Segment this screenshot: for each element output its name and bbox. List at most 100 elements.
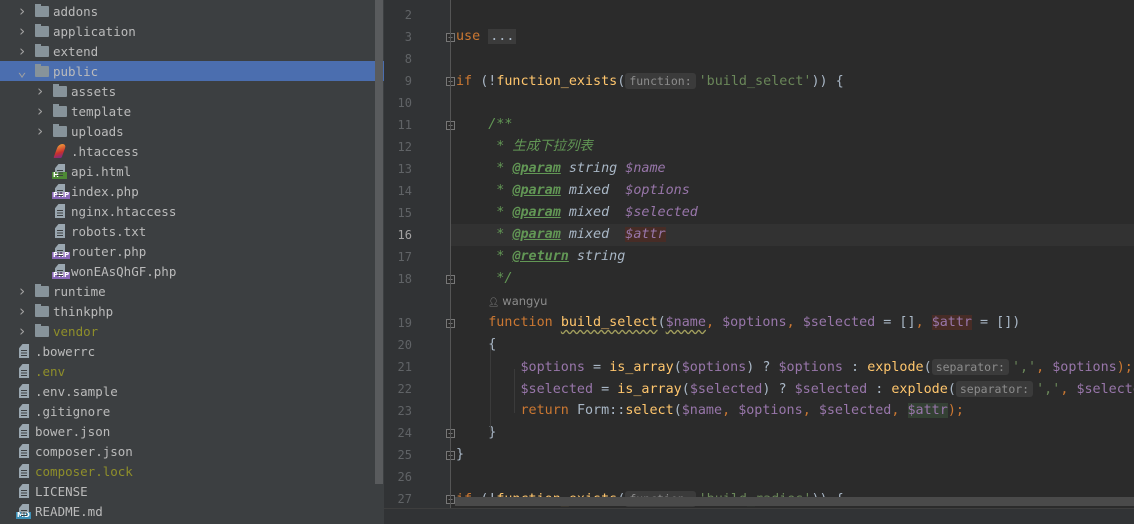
code-token: , xyxy=(786,315,803,330)
tree-item[interactable]: › addons xyxy=(0,1,384,21)
tree-item[interactable]: .bowerrc xyxy=(0,341,384,361)
tree-item[interactable]: composer.json xyxy=(0,441,384,461)
tree-item[interactable]: ⌄ public xyxy=(0,61,384,81)
code-token: is_array xyxy=(617,382,682,397)
code-line[interactable]: * @param string $name xyxy=(456,158,666,180)
code-token: * xyxy=(456,183,513,198)
chevron-down-icon[interactable]: ⌄ xyxy=(16,62,28,80)
tree-item[interactable]: PHP router.php xyxy=(0,241,384,261)
code-line[interactable]: return Form::select($name, $options, $se… xyxy=(456,400,964,422)
tree-item[interactable]: robots.txt xyxy=(0,221,384,241)
code-line[interactable]: if (!function_exists(function:'build_sel… xyxy=(456,70,844,92)
folder-icon xyxy=(52,84,68,98)
code-token: ( xyxy=(673,360,682,375)
author-inlay-hint[interactable]: 👤︎ wangyu xyxy=(488,290,547,312)
tree-item[interactable]: .gitignore xyxy=(0,401,384,421)
text-file-icon xyxy=(16,384,32,398)
chevron-right-icon[interactable]: › xyxy=(16,22,28,40)
line-number: 13 xyxy=(397,162,412,176)
tree-item[interactable]: Hapi.html xyxy=(0,161,384,181)
code-token: ( xyxy=(947,382,956,397)
code-token: @param xyxy=(512,205,561,220)
chevron-right-icon[interactable]: › xyxy=(34,122,46,140)
code-token: $options xyxy=(722,315,787,330)
code-token: 'build_select' xyxy=(698,74,812,89)
code-line[interactable]: use ... xyxy=(456,26,517,48)
code-token: select xyxy=(625,403,674,418)
code-token: , xyxy=(1036,360,1053,375)
code-line[interactable]: * 生成下拉列表 xyxy=(456,136,593,158)
tree-item-label: bower.json xyxy=(35,423,111,439)
code-line[interactable]: * @param mixed $options xyxy=(456,180,690,202)
code-line[interactable]: $selected = is_array($selected) ? $selec… xyxy=(456,378,1134,400)
code-token: , xyxy=(705,315,723,330)
code-token: $selected xyxy=(794,382,868,397)
tree-item[interactable]: bower.json xyxy=(0,421,384,441)
code-token: explode xyxy=(867,360,924,375)
code-token: = [] xyxy=(875,315,916,330)
code-line[interactable]: } xyxy=(456,444,464,466)
tree-item[interactable]: › thinkphp xyxy=(0,301,384,321)
tree-item-label: api.html xyxy=(71,163,132,179)
tree-item[interactable]: .env xyxy=(0,361,384,381)
code-line[interactable]: * @param mixed $attr xyxy=(456,224,666,246)
code-token: = xyxy=(585,360,610,375)
line-number: 3 xyxy=(404,30,412,44)
code-token: $name xyxy=(665,315,706,330)
code-token: $options xyxy=(520,360,586,375)
code-line[interactable]: $options = is_array($options) ? $options… xyxy=(456,356,1133,378)
chevron-right-icon[interactable]: › xyxy=(16,302,28,320)
code-token: string xyxy=(568,249,626,264)
tree-item[interactable]: PHP index.php xyxy=(0,181,384,201)
tree-item[interactable]: .env.sample xyxy=(0,381,384,401)
tree-item[interactable]: LICENSE xyxy=(0,481,384,501)
code-token: ); xyxy=(947,403,964,418)
chevron-right-icon[interactable]: › xyxy=(34,82,46,100)
tree-item[interactable]: › assets xyxy=(0,81,384,101)
tree-item-label: .env.sample xyxy=(35,383,118,399)
chevron-right-icon[interactable]: › xyxy=(16,42,28,60)
code-token: mixed xyxy=(560,227,626,242)
folder-icon xyxy=(34,284,50,298)
code-token: @param xyxy=(512,183,561,198)
code-token: (! xyxy=(480,74,497,89)
tree-item[interactable]: › uploads xyxy=(0,121,384,141)
code-token: = xyxy=(593,382,618,397)
tree-item[interactable]: MD README.md xyxy=(0,501,384,521)
tree-item[interactable]: PHP wonEAsQhGF.php xyxy=(0,261,384,281)
code-token: * 生成下拉列表 xyxy=(456,139,593,154)
chevron-right-icon[interactable]: › xyxy=(16,322,28,340)
code-line[interactable]: * @param mixed $selected xyxy=(456,202,698,224)
folder-icon xyxy=(34,324,50,338)
code-token: $options xyxy=(1052,360,1117,375)
chevron-right-icon[interactable]: › xyxy=(16,282,28,300)
tree-item[interactable]: nginx.htaccess xyxy=(0,201,384,221)
code-token: * xyxy=(456,227,513,242)
tree-item[interactable]: › vendor xyxy=(0,321,384,341)
tree-item[interactable]: › template xyxy=(0,101,384,121)
code-token: ); xyxy=(1116,360,1133,375)
text-file-icon xyxy=(52,224,68,238)
tree-item[interactable]: composer.lock xyxy=(0,461,384,481)
tree-item[interactable]: › extend xyxy=(0,41,384,61)
line-number: 19 xyxy=(397,316,412,330)
tree-item[interactable]: .htaccess xyxy=(0,141,384,161)
editor-horizontal-scrollbar[interactable] xyxy=(455,497,1134,506)
chevron-right-icon[interactable]: › xyxy=(34,102,46,120)
code-token: mixed xyxy=(560,205,626,220)
chevron-right-icon[interactable]: › xyxy=(16,2,28,20)
tree-item[interactable]: › runtime xyxy=(0,281,384,301)
code-line[interactable]: /** xyxy=(456,114,512,136)
code-line[interactable]: */ xyxy=(456,268,512,290)
line-number: 25 xyxy=(397,448,412,462)
code-line[interactable]: * @return string xyxy=(456,246,625,268)
code-token: $attr xyxy=(931,315,972,330)
code-line[interactable]: function build_select($name, $options, $… xyxy=(456,312,1020,334)
line-number: 16 xyxy=(397,228,412,242)
tree-scrollbar[interactable] xyxy=(375,0,383,484)
code-token: $name xyxy=(625,161,666,176)
code-token: : xyxy=(867,382,892,397)
tree-item-label: index.php xyxy=(71,183,139,199)
tree-item[interactable]: › application xyxy=(0,21,384,41)
